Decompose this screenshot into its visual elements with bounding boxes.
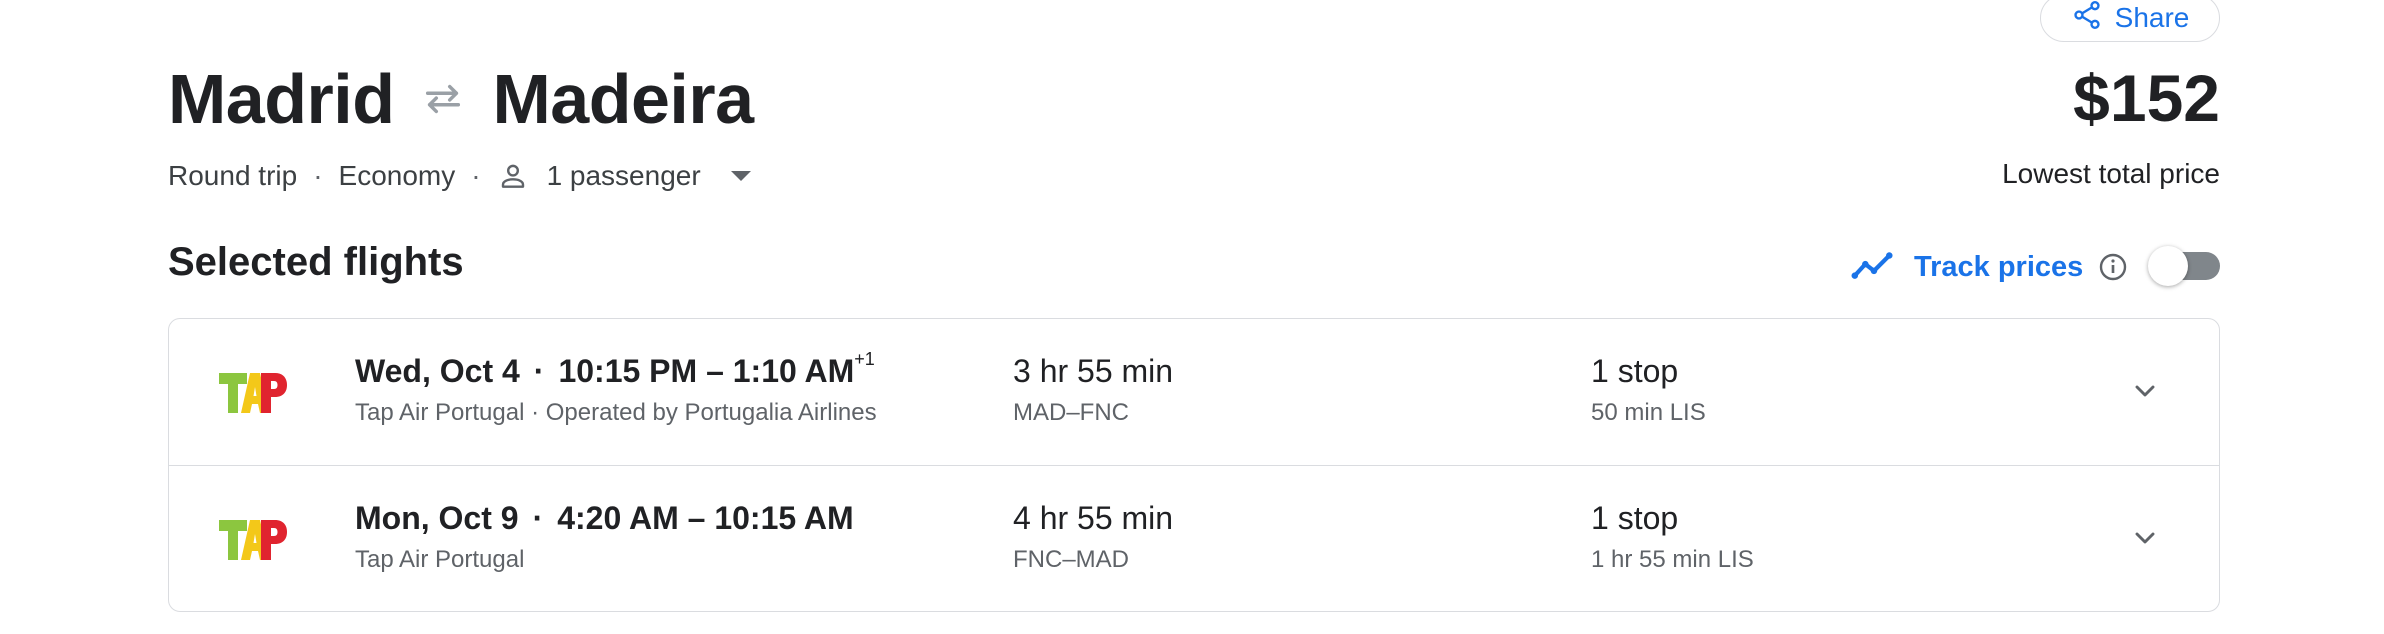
toggle-knob — [2148, 246, 2188, 286]
share-label: Share — [2114, 2, 2190, 33]
flight-time-range: 4:20 AM – 10:15 AM — [557, 500, 854, 536]
lowest-price: $152 — [2073, 61, 2220, 135]
flight-route: FNC–MAD — [1013, 546, 1130, 573]
flight-duration: 3 hr 55 min — [1013, 353, 1174, 389]
flight-stops: 1 stop — [1591, 500, 1679, 536]
flight-duration: 4 hr 55 min — [1013, 500, 1174, 536]
trending-up-icon — [1850, 244, 1914, 290]
flight-date: Wed, Oct 4 — [355, 353, 520, 389]
flight-stops: 1 stop — [1591, 353, 1679, 389]
trip-type: Round trip — [168, 160, 298, 191]
share-icon — [2071, 0, 2103, 38]
flight-layover: 50 min LIS — [1591, 399, 1706, 426]
selected-flights-card: Wed, Oct 4 · 10:15 PM – 1:10 AM+1 Tap Air … — [168, 318, 2220, 612]
trip-title: Madrid Madeira — [168, 58, 754, 140]
flight-layover: 1 hr 55 min LIS — [1591, 546, 1754, 573]
flight-times: Mon, Oct 9 · 4:20 AM – 10:15 AM — [355, 500, 854, 537]
flight-row[interactable]: Mon, Oct 9 · 4:20 AM – 10:15 AM Tap Air Po… — [169, 465, 2219, 611]
trip-options: Round trip · Economy · 1 passenger — [168, 156, 751, 196]
day-offset: +1 — [854, 349, 875, 369]
airline-name: Tap Air Portugal — [355, 546, 525, 573]
origin-city: Madrid — [168, 60, 395, 138]
selected-flights-heading: Selected flights — [168, 240, 464, 284]
lowest-price-caption: Lowest total price — [2002, 158, 2220, 189]
share-button[interactable]: Share — [2040, 0, 2220, 42]
flight-date: Mon, Oct 9 — [355, 500, 519, 536]
tap-airline-logo — [217, 367, 289, 417]
flight-times: Wed, Oct 4 · 10:15 PM – 1:10 AM+1 — [355, 349, 875, 390]
separator-dot: · — [313, 160, 323, 191]
chevron-down-icon[interactable] — [2129, 375, 2161, 407]
chevron-down-icon[interactable] — [730, 171, 751, 181]
person-icon — [497, 160, 547, 192]
track-prices-toggle[interactable] — [2148, 246, 2220, 286]
separator-dot: · — [532, 500, 544, 536]
destination-city: Madeira — [492, 60, 754, 138]
flight-time-range: 10:15 PM – 1:10 AM — [558, 353, 855, 389]
airline-name: Tap Air Portugal · Operated by Portugali… — [355, 399, 877, 426]
separator-dot: · — [533, 353, 545, 389]
flight-route: MAD–FNC — [1013, 399, 1130, 426]
info-icon[interactable] — [2083, 251, 2129, 283]
passenger-count[interactable]: 1 passenger — [547, 160, 701, 192]
flight-row[interactable]: Wed, Oct 4 · 10:15 PM – 1:10 AM+1 Tap Air … — [169, 319, 2219, 465]
separator-dot: · — [471, 160, 481, 191]
track-prices-label[interactable]: Track prices — [1914, 251, 2083, 284]
cabin-class: Economy — [338, 160, 456, 191]
track-prices[interactable]: Track prices — [1850, 244, 2129, 290]
chevron-down-icon[interactable] — [2129, 522, 2161, 554]
swap-arrows-icon — [420, 76, 466, 122]
tap-airline-logo — [217, 514, 289, 564]
